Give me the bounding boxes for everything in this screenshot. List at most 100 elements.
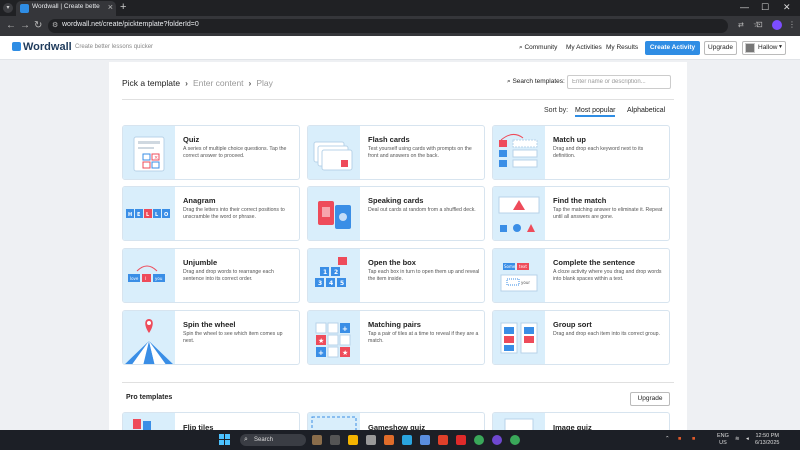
breadcrumb: Pick a template › Enter content › Play bbox=[122, 78, 273, 88]
menu-kebab-icon[interactable]: ⋮ bbox=[788, 20, 796, 29]
svg-text:I: I bbox=[145, 276, 146, 281]
template-card-find-the-match[interactable]: Find the match Tap the matching answer t… bbox=[492, 186, 670, 241]
template-description: Deal out cards at random from a shuffled… bbox=[368, 207, 476, 213]
svg-text:3: 3 bbox=[318, 280, 322, 287]
svg-text:5: 5 bbox=[340, 280, 344, 287]
upgrade-button[interactable]: Upgrade bbox=[704, 41, 737, 55]
translate-icon[interactable]: ⇄ bbox=[738, 21, 744, 29]
sort-alphabetical[interactable]: Alphabetical bbox=[627, 107, 665, 114]
close-window-icon[interactable]: ✕ bbox=[783, 2, 791, 13]
widget-icon[interactable] bbox=[312, 435, 322, 445]
file-explorer-icon[interactable] bbox=[348, 435, 358, 445]
windows-start-icon[interactable] bbox=[219, 434, 231, 446]
quiz-thumbnail: × bbox=[123, 126, 175, 179]
svg-text:text: text bbox=[519, 264, 527, 269]
telegram-icon[interactable] bbox=[402, 435, 412, 445]
step-enter-content: Enter content bbox=[192, 78, 244, 88]
template-card-anagram[interactable]: H E L L O Anagram Drag the letters into … bbox=[122, 186, 300, 241]
task-view-icon[interactable] bbox=[330, 435, 340, 445]
template-picker-panel: Pick a template › Enter content › Play ⌕ Sea… bbox=[109, 62, 687, 434]
svg-text:Some: Some bbox=[504, 264, 516, 269]
template-title: Spin the wheel bbox=[183, 320, 236, 329]
tab-title: Wordwall | Create better lessons bbox=[32, 3, 100, 10]
language-indicator[interactable]: ENG US bbox=[717, 433, 729, 447]
template-card-spin-the-wheel[interactable]: Spin the wheel Spin the wheel to see whi… bbox=[122, 310, 300, 365]
anagram-thumbnail: H E L L O bbox=[123, 187, 175, 240]
template-title: Speaking cards bbox=[368, 196, 424, 205]
reload-icon[interactable]: ↻ bbox=[34, 20, 42, 31]
app-icon[interactable] bbox=[384, 435, 394, 445]
step-play: Play bbox=[256, 78, 273, 88]
template-card-matching-pairs[interactable]: + ★ + ★ Matching pairs Tap a pair of til… bbox=[307, 310, 485, 365]
volume-icon[interactable]: ◂ bbox=[746, 436, 749, 443]
spin-the-wheel-thumbnail bbox=[123, 311, 175, 364]
template-card-unjumble[interactable]: love I you Unjumble Drag and drop words … bbox=[122, 248, 300, 303]
extensions-icon[interactable]: ⊡ bbox=[756, 20, 763, 29]
svg-text:your: your bbox=[521, 280, 530, 285]
taskbar: ⌕ Search ⌃ ■ ■ ENG US ≋ ◂ 12:50 PM 6/13/202… bbox=[0, 430, 800, 450]
app-icon[interactable] bbox=[420, 435, 430, 445]
search-templates-input[interactable] bbox=[567, 75, 671, 89]
template-title: Anagram bbox=[183, 196, 216, 205]
svg-text:H: H bbox=[128, 212, 132, 218]
template-title: Open the box bbox=[368, 258, 416, 267]
forward-icon[interactable]: → bbox=[20, 20, 30, 31]
template-title: Unjumble bbox=[183, 258, 218, 267]
tab-search-icon[interactable]: ▾ bbox=[3, 3, 13, 13]
back-icon[interactable]: ← bbox=[6, 20, 16, 31]
template-title: Complete the sentence bbox=[553, 258, 636, 267]
clock[interactable]: 12:50 PM 6/13/2025 bbox=[755, 433, 779, 447]
tab-close-icon[interactable]: × bbox=[108, 2, 113, 12]
template-title: Matching pairs bbox=[368, 320, 421, 329]
pro-upgrade-button[interactable]: Upgrade bbox=[630, 392, 670, 406]
svg-text:E: E bbox=[137, 212, 141, 218]
complete-the-sentence-thumbnail: Some text your bbox=[493, 249, 545, 302]
template-title: Match up bbox=[553, 135, 586, 144]
my-activities-link[interactable]: My Activities bbox=[566, 44, 602, 51]
brave-icon[interactable] bbox=[438, 435, 448, 445]
opera-icon[interactable] bbox=[456, 435, 466, 445]
chrome-icon[interactable] bbox=[492, 435, 502, 445]
template-description: Drag and drop words to rearrange each se… bbox=[183, 269, 274, 282]
user-menu[interactable]: Hallow ▼ bbox=[742, 41, 786, 55]
matching-pairs-thumbnail: + ★ + ★ bbox=[308, 311, 360, 364]
search-icon: ⌕ bbox=[244, 436, 248, 443]
template-description: Spin the wheel to see which item comes u… bbox=[183, 331, 283, 344]
sort-most-popular[interactable]: Most popular bbox=[575, 107, 616, 117]
profile-avatar-icon[interactable] bbox=[772, 20, 782, 30]
svg-text:+: + bbox=[342, 325, 348, 333]
create-activity-button[interactable]: Create Activity bbox=[645, 41, 700, 55]
template-title: Find the match bbox=[553, 196, 607, 205]
template-card-group-sort[interactable]: Group sort Drag and drop each item into … bbox=[492, 310, 670, 365]
template-card-quiz[interactable]: × Quiz A series of multiple choice quest… bbox=[122, 125, 300, 180]
my-results-link[interactable]: My Results bbox=[606, 44, 638, 51]
chrome-icon[interactable] bbox=[474, 435, 484, 445]
template-card-flash-cards[interactable]: Flash cards Test yourself using cards wi… bbox=[307, 125, 485, 180]
taskbar-search[interactable]: ⌕ Search bbox=[240, 434, 306, 446]
maximize-icon[interactable]: ☐ bbox=[761, 2, 769, 13]
chrome-icon[interactable] bbox=[510, 435, 520, 445]
template-card-match-up[interactable]: Match up Drag and drop each keyword next… bbox=[492, 125, 670, 180]
browser-toolbar: ← → ↻ ⚙ wordwall.net/create/picktemplate… bbox=[0, 16, 800, 36]
new-tab-icon[interactable]: + bbox=[120, 1, 126, 13]
speaking-cards-thumbnail bbox=[308, 187, 360, 240]
browser-tab[interactable]: Wordwall | Create better lessons × bbox=[16, 1, 116, 16]
site-info-icon[interactable]: ⚙ bbox=[52, 21, 58, 29]
template-card-speaking-cards[interactable]: Speaking cards Deal out cards at random … bbox=[307, 186, 485, 241]
tray-app-icon[interactable]: ■ bbox=[692, 436, 695, 443]
template-description: A cloze activity where you drag and drop… bbox=[553, 269, 662, 282]
wifi-icon[interactable]: ≋ bbox=[735, 436, 740, 443]
wordwall-logo[interactable]: Wordwall bbox=[12, 41, 72, 53]
template-card-open-the-box[interactable]: 1 2 3 4 5 Open the box Tap each box in t… bbox=[307, 248, 485, 303]
svg-text:+: + bbox=[318, 349, 324, 357]
address-bar[interactable]: ⚙ wordwall.net/create/picktemplate?folde… bbox=[48, 19, 760, 33]
template-card-complete-the-sentence[interactable]: Some text your Complete the sentence A c… bbox=[492, 248, 670, 303]
community-link[interactable]: ⌕ Community bbox=[519, 44, 557, 52]
tray-chevron-up-icon[interactable]: ⌃ bbox=[665, 436, 670, 443]
mail-icon[interactable] bbox=[366, 435, 376, 445]
template-title: Quiz bbox=[183, 135, 200, 144]
svg-text:4: 4 bbox=[329, 280, 333, 287]
svg-text:×: × bbox=[154, 155, 158, 161]
tray-app-icon[interactable]: ■ bbox=[678, 436, 681, 443]
minimize-icon[interactable]: — bbox=[740, 2, 749, 12]
